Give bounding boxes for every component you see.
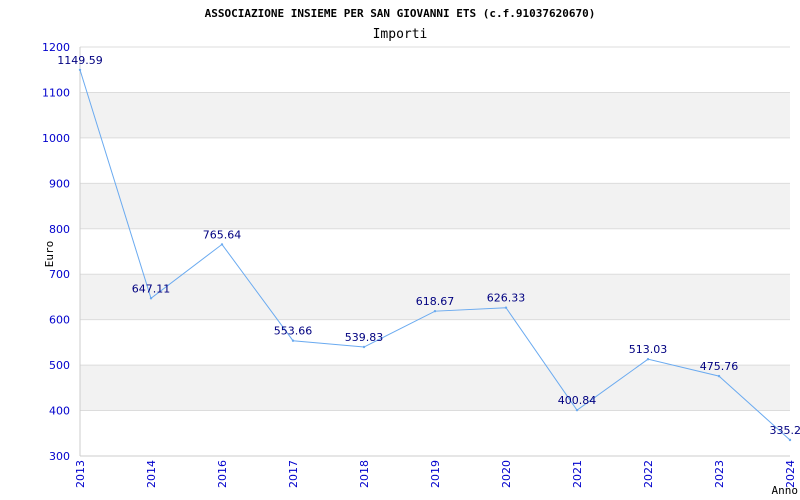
data-label: 553.66 bbox=[274, 325, 313, 338]
data-point bbox=[717, 374, 721, 378]
y-tick-label: 600 bbox=[49, 314, 70, 327]
data-label: 765.64 bbox=[203, 228, 242, 241]
x-tick-label: 2024 bbox=[784, 460, 797, 488]
y-tick-label: 700 bbox=[49, 268, 70, 281]
y-tick-label: 900 bbox=[49, 177, 70, 190]
data-label: 618.67 bbox=[416, 295, 455, 308]
grid-band bbox=[80, 92, 790, 138]
x-tick-label: 2014 bbox=[145, 460, 158, 488]
data-label: 335.2 bbox=[770, 424, 800, 437]
x-tick-label: 2021 bbox=[571, 460, 584, 488]
x-tick-labels: 2013 2014 2016 2017 2018 2019 2020 2021 2022 2023… bbox=[74, 460, 797, 488]
x-tick-label: 2016 bbox=[216, 460, 229, 488]
grid-band bbox=[80, 365, 790, 411]
data-point bbox=[504, 306, 508, 309]
chart-title: ASSOCIAZIONE INSIEME PER SAN GIOVANNI ET… bbox=[205, 7, 596, 20]
y-tick-label: 1200 bbox=[42, 41, 70, 54]
data-point bbox=[149, 297, 153, 300]
data-label: 539.83 bbox=[345, 331, 384, 344]
y-tick-label: 500 bbox=[49, 359, 70, 372]
data-label: 475.76 bbox=[700, 360, 739, 373]
line-chart: ASSOCIAZIONE INSIEME PER SAN GIOVANNI ET… bbox=[42, 7, 800, 497]
data-point bbox=[788, 438, 792, 442]
x-tick-label: 2019 bbox=[429, 460, 442, 488]
data-point bbox=[362, 345, 366, 349]
data-point bbox=[646, 357, 650, 361]
y-tick-label: 800 bbox=[49, 223, 70, 236]
data-label: 647.11 bbox=[132, 282, 171, 295]
data-label: 400.84 bbox=[558, 394, 597, 407]
x-tick-label: 2022 bbox=[642, 460, 655, 488]
y-tick-label: 1100 bbox=[42, 86, 70, 99]
x-tick-label: 2023 bbox=[713, 460, 726, 488]
data-label: 626.33 bbox=[487, 292, 526, 305]
chart-subtitle: Importi bbox=[373, 27, 428, 42]
data-label: 1149.59 bbox=[57, 54, 103, 67]
y-tick-label: 400 bbox=[49, 405, 70, 418]
data-point bbox=[433, 309, 437, 313]
grid-band bbox=[80, 183, 790, 229]
data-point bbox=[575, 408, 579, 412]
x-tick-label: 2013 bbox=[74, 460, 87, 488]
y-tick-label: 1000 bbox=[42, 132, 70, 145]
y-tick-label: 300 bbox=[49, 450, 70, 463]
data-point bbox=[220, 243, 224, 246]
data-point bbox=[78, 68, 82, 72]
y-axis-label: Euro bbox=[43, 241, 56, 268]
grid-bands bbox=[80, 92, 790, 411]
x-tick-label: 2018 bbox=[358, 460, 371, 488]
data-label: 513.03 bbox=[629, 343, 668, 356]
x-tick-label: 2017 bbox=[287, 460, 300, 488]
chart-page: ASSOCIAZIONE INSIEME PER SAN GIOVANNI ET… bbox=[0, 0, 800, 500]
data-point bbox=[291, 339, 295, 342]
x-tick-label: 2020 bbox=[500, 460, 513, 488]
